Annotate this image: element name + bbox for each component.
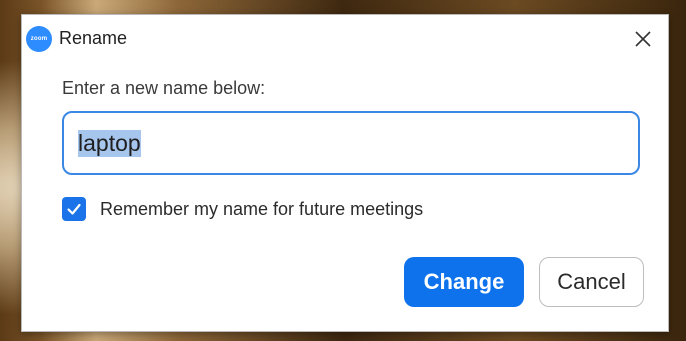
name-input[interactable] bbox=[62, 111, 640, 175]
close-icon bbox=[635, 31, 651, 47]
remember-name-row[interactable]: Remember my name for future meetings bbox=[62, 196, 423, 222]
zoom-logo-icon: zoom bbox=[26, 26, 52, 52]
remember-name-label: Remember my name for future meetings bbox=[100, 198, 424, 219]
rename-dialog: zoom Rename Enter a new name below: Reme… bbox=[21, 14, 669, 332]
title-bar: zoom Rename bbox=[22, 15, 668, 63]
change-button[interactable]: Change bbox=[404, 257, 524, 307]
remember-name-checkbox[interactable] bbox=[62, 197, 86, 221]
cancel-button[interactable]: Cancel bbox=[539, 257, 644, 307]
dialog-title: Rename bbox=[59, 28, 128, 48]
close-button[interactable] bbox=[628, 24, 658, 54]
rename-prompt: Enter a new name below: bbox=[62, 78, 266, 98]
checkmark-icon bbox=[67, 203, 81, 215]
